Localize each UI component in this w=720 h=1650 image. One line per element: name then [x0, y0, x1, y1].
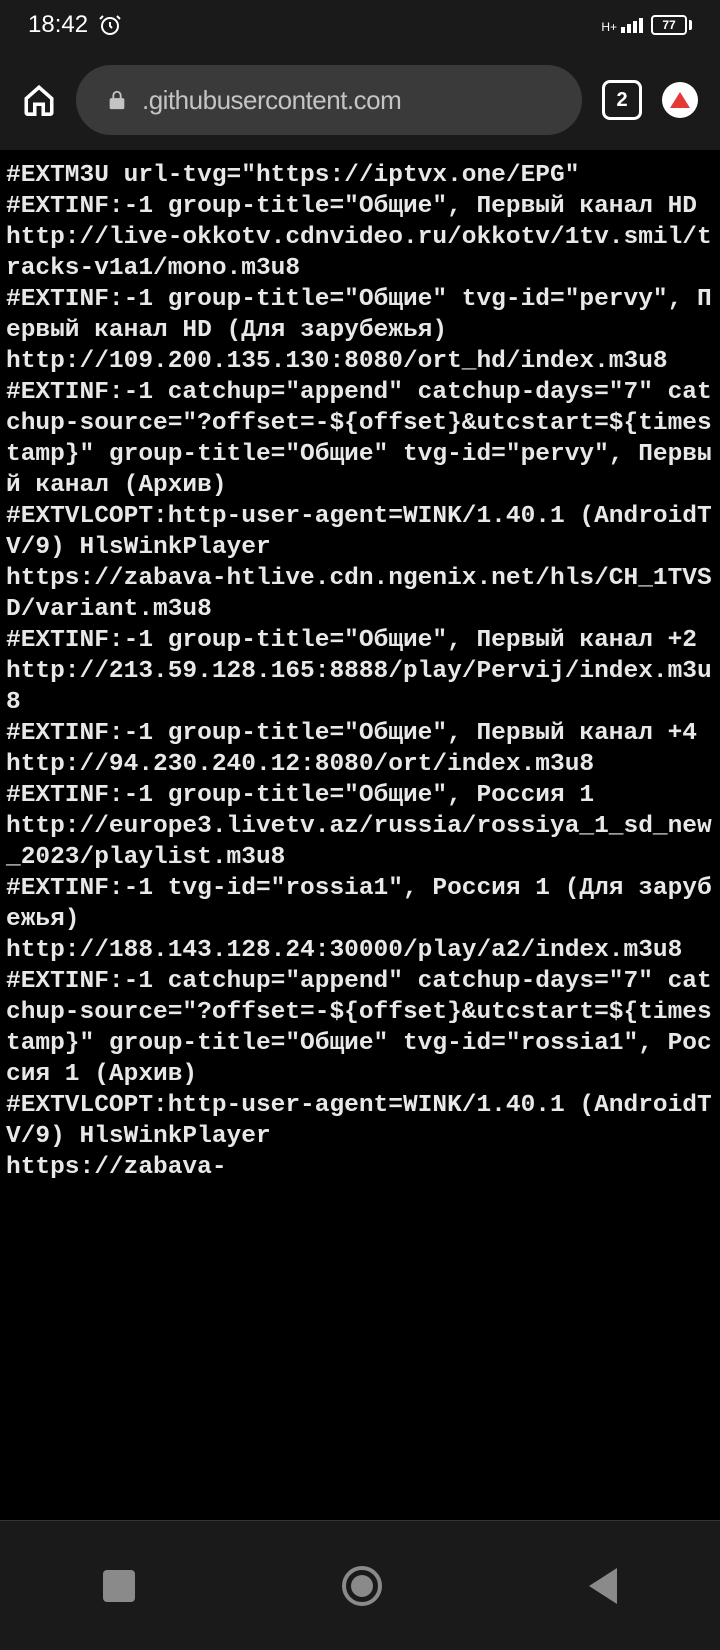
clock-time: 18:42 [28, 11, 88, 39]
page-content[interactable]: #EXTM3U url-tvg="https://iptvx.one/EPG" … [0, 150, 720, 1490]
home-button[interactable] [342, 1566, 382, 1606]
browser-toolbar: .githubusercontent.com 2 [0, 50, 720, 150]
network-label: H+ [601, 21, 617, 33]
url-display: .githubusercontent.com [142, 85, 401, 116]
status-left: 18:42 [28, 11, 122, 39]
battery-indicator: 77 [651, 15, 692, 35]
alarm-icon [98, 13, 122, 37]
home-icon[interactable] [22, 83, 56, 117]
network-indicator: H+ [601, 18, 643, 33]
back-button[interactable] [589, 1568, 617, 1604]
signal-icon [621, 18, 643, 33]
up-arrow-icon [670, 92, 690, 108]
lock-icon [106, 89, 128, 111]
battery-level: 77 [662, 18, 675, 32]
status-bar: 18:42 H+ 77 [0, 0, 720, 50]
system-nav-bar [0, 1520, 720, 1650]
recent-apps-button[interactable] [103, 1570, 135, 1602]
address-bar[interactable]: .githubusercontent.com [76, 65, 582, 135]
menu-button[interactable] [662, 82, 698, 118]
status-right: H+ 77 [601, 15, 692, 35]
tabs-button[interactable]: 2 [602, 80, 642, 120]
tabs-count: 2 [616, 89, 627, 112]
